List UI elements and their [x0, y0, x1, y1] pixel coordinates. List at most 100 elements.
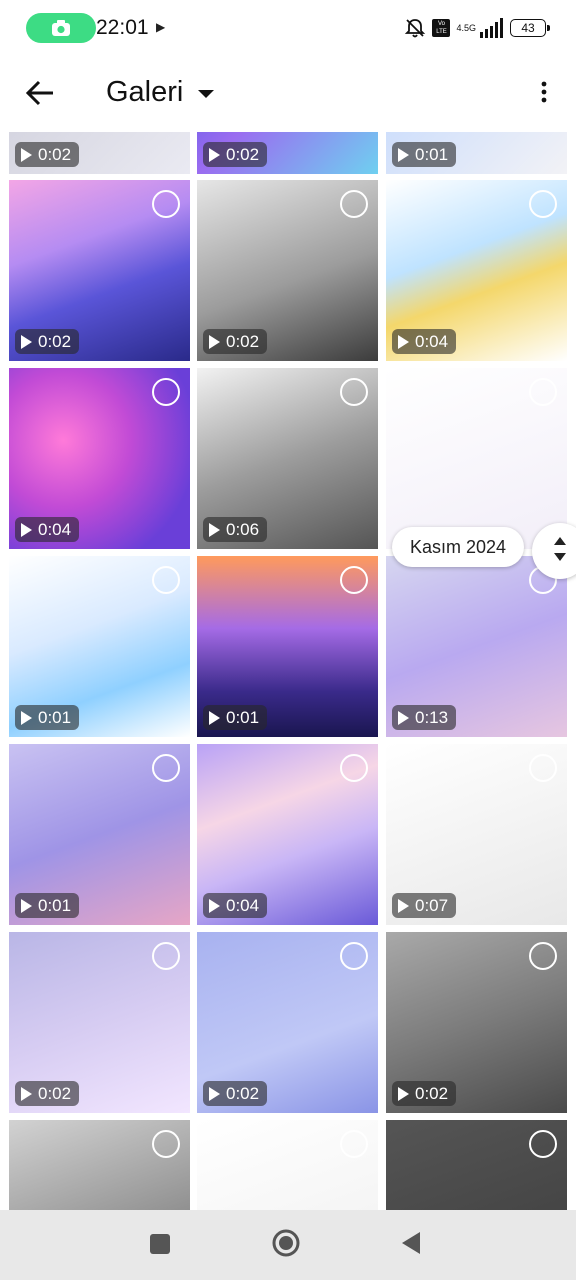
bell-off-icon [405, 19, 426, 38]
play-icon [21, 334, 32, 349]
media-tile[interactable]: 0:02 [197, 932, 378, 1113]
battery-level: 43 [521, 21, 535, 35]
dropdown-caret-icon[interactable] [197, 89, 215, 99]
media-tile[interactable]: 0:02 [9, 932, 190, 1113]
duration-text: 0:01 [226, 708, 260, 727]
play-icon [209, 334, 220, 349]
select-circle-icon[interactable] [340, 754, 368, 782]
play-icon [398, 334, 409, 349]
date-label: Kasım 2024 [392, 527, 524, 567]
duration-badge: 0:02 [203, 142, 268, 167]
duration-badge: 0:02 [392, 1081, 457, 1106]
media-tile[interactable]: 0:04 [197, 744, 378, 925]
select-circle-icon[interactable] [152, 754, 180, 782]
select-circle-icon[interactable] [152, 378, 180, 406]
media-tile[interactable]: 0:02 [197, 180, 378, 361]
screen-recorder-pill[interactable] [26, 13, 96, 43]
duration-badge: 0:02 [15, 142, 80, 167]
clock: 22:01 [96, 16, 149, 39]
duration-text: 0:07 [415, 896, 449, 915]
duration-badge: 0:02 [15, 329, 80, 354]
select-circle-icon[interactable] [340, 190, 368, 218]
media-tile[interactable]: 0:07 [386, 744, 567, 925]
media-tile[interactable]: 0:01 [9, 744, 190, 925]
recents-square-icon[interactable] [150, 1234, 170, 1254]
duration-text: 0:02 [226, 145, 260, 164]
media-tile[interactable]: 0:01 [9, 556, 190, 737]
media-tile[interactable]: 0:02 [386, 932, 567, 1113]
select-circle-icon[interactable] [152, 566, 180, 594]
media-tile[interactable]: 0:04 [9, 368, 190, 549]
play-icon [209, 147, 220, 162]
home-circle-icon[interactable] [272, 1229, 300, 1257]
select-circle-icon[interactable] [529, 1130, 557, 1158]
select-circle-icon[interactable] [340, 566, 368, 594]
media-tile[interactable]: 0:13 [386, 556, 567, 737]
duration-text: 0:04 [415, 332, 449, 351]
media-tile[interactable] [9, 1120, 190, 1210]
play-icon [21, 1086, 32, 1101]
more-vert-icon[interactable] [540, 80, 548, 104]
duration-badge: 0:06 [203, 517, 268, 542]
select-circle-icon[interactable] [152, 1130, 180, 1158]
play-icon [398, 898, 409, 913]
duration-badge: 0:02 [15, 1081, 80, 1106]
media-tile[interactable]: 0:01 [197, 556, 378, 737]
media-tile[interactable]: 0:01 [386, 132, 567, 174]
back-triangle-icon[interactable] [400, 1230, 422, 1256]
duration-text: 0:01 [38, 708, 72, 727]
media-tile[interactable]: 0:02 [197, 132, 378, 174]
play-icon [209, 710, 220, 725]
duration-text: 0:04 [226, 896, 260, 915]
duration-text: 0:02 [226, 332, 260, 351]
album-title[interactable]: Galeri [106, 76, 183, 109]
camera-icon [52, 20, 70, 36]
duration-text: 0:01 [415, 145, 449, 164]
duration-text: 0:02 [38, 145, 72, 164]
play-icon [398, 1086, 409, 1101]
duration-badge: 0:01 [15, 893, 80, 918]
select-circle-icon[interactable] [152, 942, 180, 970]
media-tile[interactable] [197, 1120, 378, 1210]
play-icon [398, 147, 409, 162]
duration-badge: 0:01 [15, 705, 80, 730]
duration-text: 0:02 [415, 1084, 449, 1103]
duration-badge: 0:01 [392, 142, 457, 167]
media-tile[interactable]: 0:02 [9, 132, 190, 174]
duration-badge: 0:01 [203, 705, 268, 730]
select-circle-icon[interactable] [152, 190, 180, 218]
status-bar: 22:01 ▶ Vo LTE 4.5G 43 [0, 0, 576, 56]
media-grid[interactable]: 0:02 0:02 0:01 0:02 0:02 0:04 0:04 0:06 0:01 0:01… [0, 132, 576, 1210]
select-circle-icon[interactable] [529, 190, 557, 218]
play-icon [21, 898, 32, 913]
duration-badge: 0:04 [15, 517, 80, 542]
app-bar: Galeri [0, 56, 576, 132]
volte-icon: Vo LTE [432, 19, 451, 37]
duration-text: 0:02 [38, 332, 72, 351]
play-icon [209, 1086, 220, 1101]
duration-badge: 0:07 [392, 893, 457, 918]
media-tile[interactable]: 0:06 [197, 368, 378, 549]
select-circle-icon[interactable] [340, 1130, 368, 1158]
media-tile[interactable]: 0:04 [386, 180, 567, 361]
back-arrow-icon[interactable] [24, 76, 58, 110]
media-tile[interactable] [386, 1120, 567, 1210]
select-circle-icon[interactable] [340, 942, 368, 970]
duration-text: 0:02 [38, 1084, 72, 1103]
select-circle-icon[interactable] [529, 378, 557, 406]
duration-badge: 0:04 [392, 329, 457, 354]
battery-icon: 43 [510, 19, 550, 37]
select-circle-icon[interactable] [529, 942, 557, 970]
play-icon [21, 710, 32, 725]
media-tile[interactable] [386, 368, 567, 549]
status-icons: Vo LTE 4.5G 43 [404, 14, 550, 42]
select-circle-icon[interactable] [340, 378, 368, 406]
media-tile[interactable]: 0:02 [9, 180, 190, 361]
scroll-arrows-icon [554, 537, 566, 561]
duration-text: 0:04 [38, 520, 72, 539]
play-icon [21, 522, 32, 537]
duration-badge: 0:13 [392, 705, 457, 730]
fast-scroll-handle[interactable] [532, 523, 576, 579]
duration-badge: 0:04 [203, 893, 268, 918]
select-circle-icon[interactable] [529, 754, 557, 782]
